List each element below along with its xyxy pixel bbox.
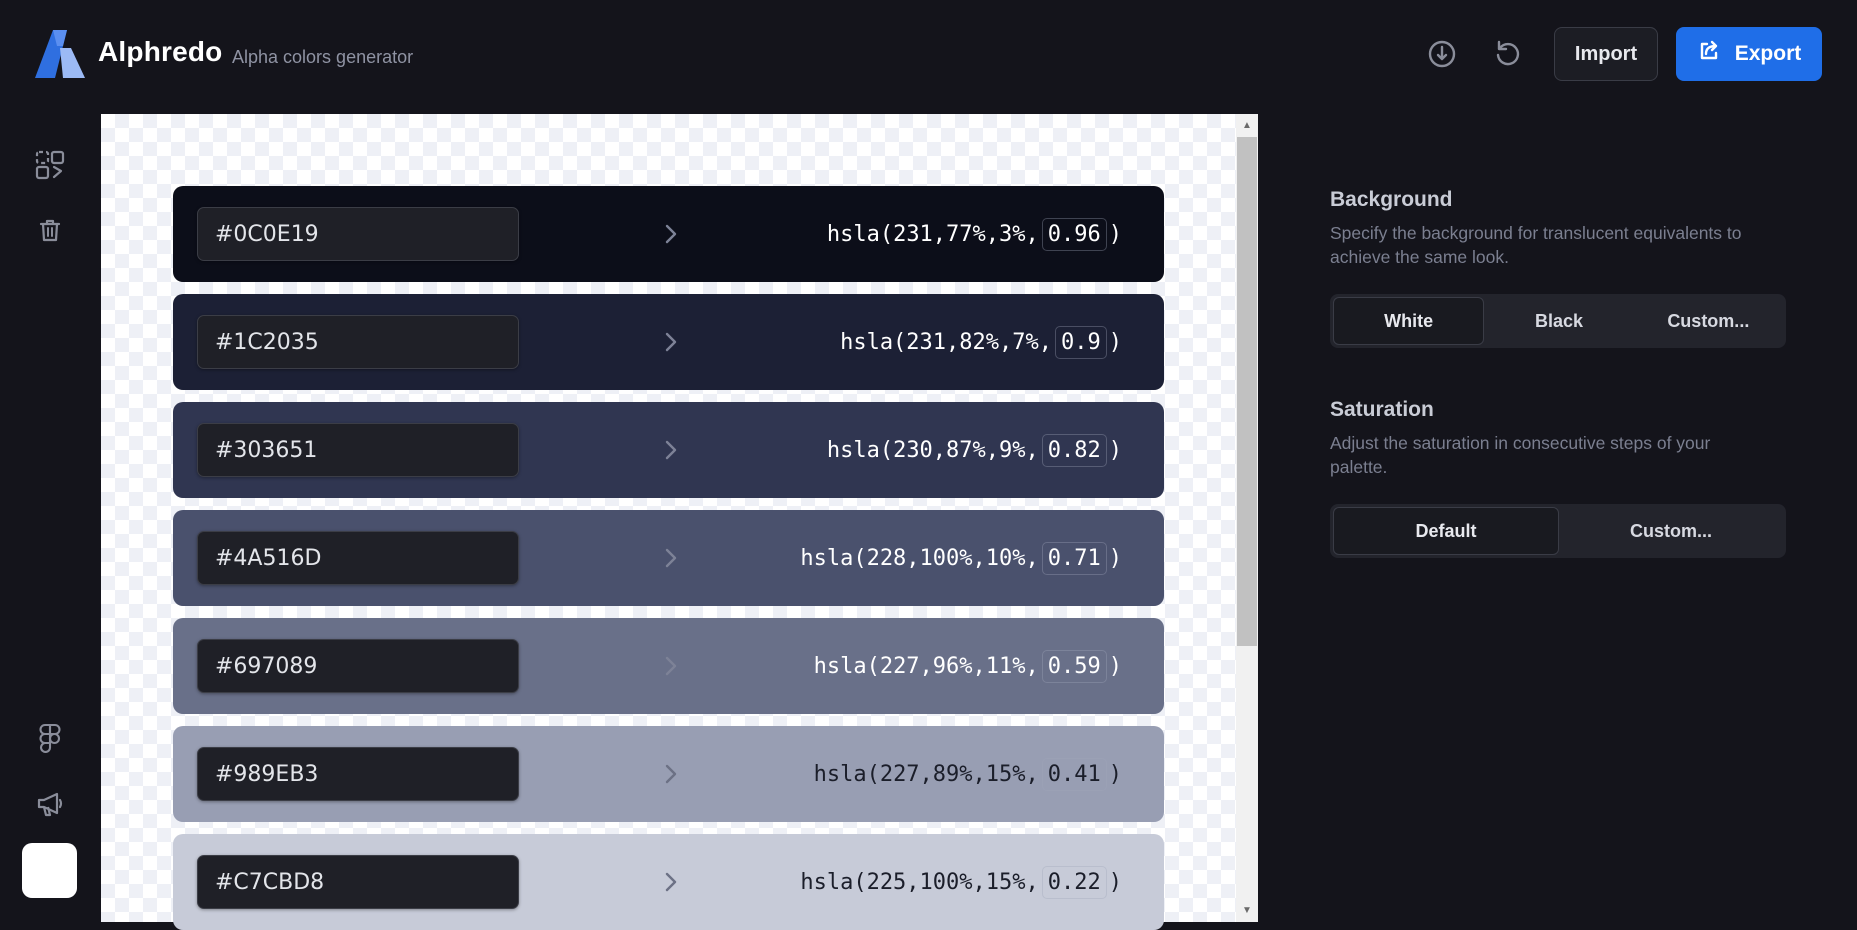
chevron-right-icon [657,436,685,464]
hsla-value: hsla(227,89%,15%, 0.41) [814,753,1122,795]
scrollbar-thumb[interactable] [1237,137,1257,646]
hex-input[interactable]: #1C2035 [197,315,519,369]
hsla-suffix: ) [1108,761,1122,787]
background-option-black[interactable]: Black [1484,297,1633,345]
saturation-title: Saturation [1330,398,1434,421]
alpha-value[interactable]: 0.59 [1041,649,1107,683]
app-header: Alphredo Alpha colors generator Import E… [0,0,1857,110]
export-button-label: Export [1734,42,1802,65]
hex-input[interactable]: #0C0E19 [197,207,519,261]
saturation-description: Adjust the saturation in consecutive ste… [1330,433,1711,477]
hsla-prefix: hsla(228,100%,10%, [800,545,1039,571]
hsla-prefix: hsla(230,87%,9%, [826,437,1039,463]
hsla-prefix: hsla(227,89%,15%, [813,761,1039,787]
hsla-value: hsla(225,100%,15%, 0.22) [800,861,1122,903]
hsla-prefix: hsla(227,96%,11%, [813,653,1039,679]
background-swatch[interactable] [22,843,77,898]
color-row: #0C0E19 hsla(231,77%,3%, 0.96) [173,186,1164,282]
scroll-down-icon[interactable]: ▼ [1236,900,1258,920]
background-description: Specify the background for translucent e… [1330,223,1742,267]
hsla-prefix: hsla(225,100%,15%, [800,869,1039,895]
hex-input[interactable]: #303651 [197,423,519,477]
hsla-suffix: ) [1108,221,1122,247]
hsla-suffix: ) [1108,869,1122,895]
hsla-value: hsla(231,82%,7%, 0.9) [840,321,1122,363]
hsla-value: hsla(231,77%,3%, 0.96) [827,213,1122,255]
app-name: Alphredo [98,36,223,67]
reset-icon[interactable] [1492,38,1524,70]
import-button-label: Import [1574,42,1638,65]
export-icon [1697,39,1721,69]
alpha-value[interactable]: 0.9 [1055,325,1107,359]
alphredo-logo-icon [33,28,87,80]
hex-input[interactable]: #989EB3 [197,747,519,801]
alpha-value[interactable]: 0.96 [1041,217,1107,251]
hsla-value: hsla(227,96%,11%, 0.59) [814,645,1122,687]
megaphone-icon[interactable] [32,786,68,822]
color-row: #989EB3 hsla(227,89%,15%, 0.41) [173,726,1164,822]
color-row: #1C2035 hsla(231,82%,7%, 0.9) [173,294,1164,390]
saturation-option-custom[interactable]: Custom... [1559,507,1783,555]
hsla-suffix: ) [1108,437,1122,463]
chevron-right-icon [657,220,685,248]
background-option-white[interactable]: White [1333,297,1485,345]
export-button[interactable]: Export [1676,27,1822,81]
color-row: #303651 hsla(230,87%,9%, 0.82) [173,402,1164,498]
saturation-option-default[interactable]: Default [1333,507,1559,555]
color-row: #4A516D hsla(228,100%,10%, 0.71) [173,510,1164,606]
alpha-value[interactable]: 0.41 [1041,757,1107,791]
hsla-value: hsla(228,100%,10%, 0.71) [800,537,1122,579]
chevron-right-icon [657,652,685,680]
hsla-suffix: ) [1108,545,1122,571]
chevron-right-icon [657,328,685,356]
background-selector: White Black Custom... [1330,294,1786,348]
trash-icon[interactable] [32,212,68,248]
hsla-prefix: hsla(231,82%,7%, [840,329,1052,355]
shapes-icon[interactable] [32,147,68,183]
import-button[interactable]: Import [1554,27,1658,81]
app-tagline: Alpha colors generator [232,47,414,67]
chevron-right-icon [657,544,685,572]
alpha-value[interactable]: 0.71 [1041,541,1107,575]
alpha-value[interactable]: 0.22 [1041,865,1107,899]
alpha-value[interactable]: 0.82 [1041,433,1107,467]
saturation-selector: Default Custom... [1330,504,1786,558]
hsla-value: hsla(230,87%,9%, 0.82) [827,429,1122,471]
hsla-prefix: hsla(231,77%,3%, [826,221,1039,247]
hex-input[interactable]: #C7CBD8 [197,855,519,909]
figma-icon[interactable] [32,720,68,756]
chevron-right-icon [657,760,685,788]
scroll-up-icon[interactable]: ▲ [1236,115,1258,135]
hex-input[interactable]: #697089 [197,639,519,693]
chevron-right-icon [657,868,685,896]
hsla-suffix: ) [1108,653,1122,679]
color-row: #C7CBD8 hsla(225,100%,15%, 0.22) [173,834,1164,930]
hsla-suffix: ) [1108,329,1122,355]
info-icon[interactable] [1426,38,1458,70]
background-option-custom[interactable]: Custom... [1634,297,1783,345]
color-row: #697089 hsla(227,96%,11%, 0.59) [173,618,1164,714]
hex-input[interactable]: #4A516D [197,531,519,585]
background-title: Background [1330,188,1453,211]
